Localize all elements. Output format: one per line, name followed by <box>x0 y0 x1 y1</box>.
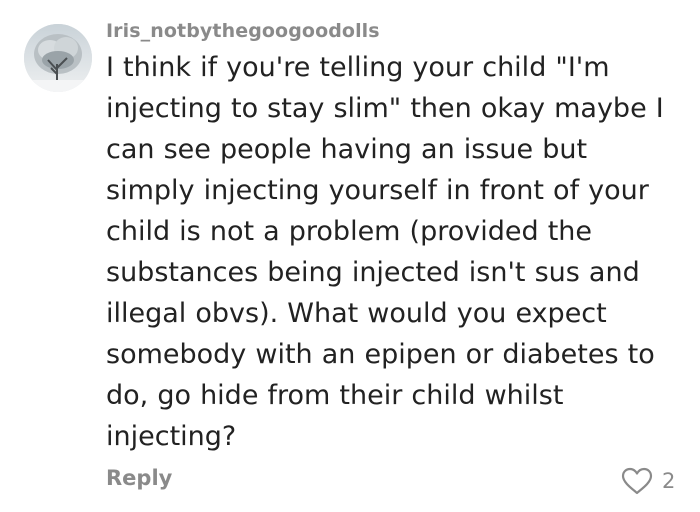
comment-card: Iris_notbythegoogoodolls I think if you'… <box>0 0 700 512</box>
reply-button[interactable]: Reply <box>106 466 172 490</box>
avatar-image <box>24 24 92 92</box>
comment-line: substances being injected isn't sus and <box>106 257 640 288</box>
comment-line: somebody with an epipen or diabetes to <box>106 339 655 370</box>
comment-line: illegal obvs). What would you expect <box>106 298 607 329</box>
comment-line: injecting? <box>106 421 237 452</box>
comment-line: child is not a problem (provided the <box>106 216 593 247</box>
comment-line: do, go hide from their child whilst <box>106 380 564 411</box>
comment-line: injecting to stay slim" then okay maybe … <box>106 93 664 124</box>
comment-line: simply injecting yourself in front of yo… <box>106 175 649 206</box>
like-count: 2 <box>662 469 676 493</box>
comment-line: I think if you're telling your child "I'… <box>106 52 610 83</box>
comment-line: can see people having an issue but <box>106 134 588 165</box>
heart-outline-icon <box>621 467 653 495</box>
like-button[interactable]: 2 <box>621 464 675 498</box>
comment-body: I think if you're telling your child "I'… <box>106 47 686 457</box>
comment-author[interactable]: Iris_notbythegoogoodolls <box>106 20 380 42</box>
avatar[interactable] <box>24 24 92 92</box>
